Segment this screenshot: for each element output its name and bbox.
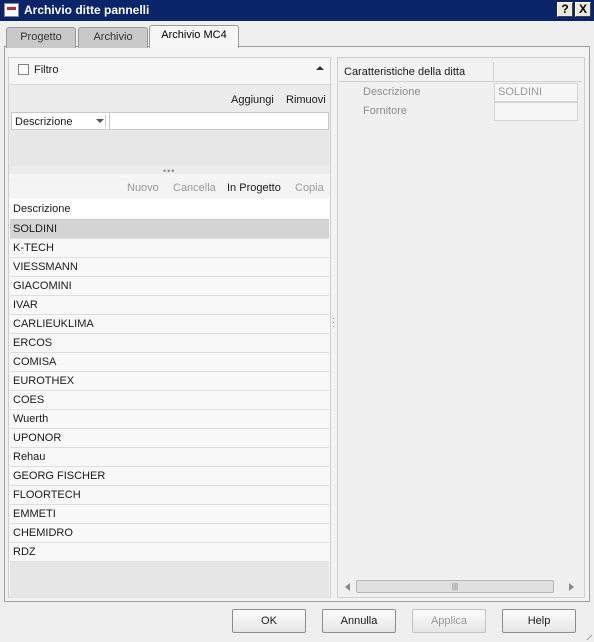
scroll-right-icon[interactable] [569, 583, 574, 591]
list-item[interactable]: EMMETI [10, 505, 329, 524]
properties-header: Caratteristiche della ditta [339, 62, 582, 82]
scrollbar-thumb[interactable]: ||| [356, 580, 554, 593]
chevron-down-icon[interactable] [96, 119, 104, 123]
list-item[interactable]: K-TECH [10, 239, 329, 258]
apply-button[interactable]: Applica [412, 609, 486, 633]
list-item[interactable]: UPONOR [10, 429, 329, 448]
title-bar: Archivio ditte pannelli ? X [0, 0, 594, 21]
list-item[interactable]: Rehau [10, 448, 329, 467]
filter-field-value: Descrizione [15, 116, 73, 128]
filter-label: Filtro [34, 64, 59, 76]
properties-title: Caratteristiche della ditta [344, 66, 466, 78]
list-item[interactable]: SOLDINI [10, 220, 329, 239]
filter-header: Filtro [9, 59, 330, 81]
scroll-left-icon[interactable] [345, 583, 350, 591]
column-header-label: Descrizione [13, 203, 71, 215]
app-icon [4, 3, 19, 17]
list-column-header[interactable]: Descrizione [10, 199, 329, 220]
list-item[interactable]: GIACOMINI [10, 277, 329, 296]
resize-grip-icon[interactable] [581, 629, 592, 640]
new-button[interactable]: Nuovo [127, 182, 159, 194]
combo-divider [105, 115, 106, 127]
tab-progetto[interactable]: Progetto [6, 27, 76, 48]
horizontal-scrollbar[interactable]: ||| [340, 579, 582, 595]
help-button[interactable]: Help [502, 609, 576, 633]
horizontal-splitter-grip[interactable]: ••• [163, 167, 175, 176]
list-item[interactable]: RDZ [10, 543, 329, 562]
list-item[interactable]: FLOORTECH [10, 486, 329, 505]
tab-archivio[interactable]: Archivio [78, 27, 148, 48]
tab-archivio-mc4[interactable]: Archivio MC4 [149, 25, 239, 48]
list-item[interactable]: VIESSMANN [10, 258, 329, 277]
properties-panel [337, 57, 585, 598]
property-label: Descrizione [363, 86, 421, 98]
list-toolbar: Nuovo Cancella In Progetto Copia [9, 178, 330, 198]
list-item[interactable]: EUROTHEX [10, 372, 329, 391]
cancel-button[interactable]: Annulla [322, 609, 396, 633]
list-item[interactable]: COMISA [10, 353, 329, 372]
list-item[interactable]: COES [10, 391, 329, 410]
filter-checkbox[interactable] [18, 64, 29, 75]
filter-conditions-area [10, 131, 329, 166]
vertical-splitter-grip[interactable]: · · · [332, 314, 336, 331]
filter-field-select[interactable]: Descrizione [11, 112, 110, 130]
list-item[interactable]: ERCOS [10, 334, 329, 353]
delete-button[interactable]: Cancella [173, 182, 216, 194]
list-item[interactable]: CARLIEUKLIMA [10, 315, 329, 334]
window-title: Archivio ditte pannelli [24, 3, 150, 17]
collapse-up-icon[interactable] [316, 66, 324, 70]
ok-button[interactable]: OK [232, 609, 306, 633]
property-value[interactable] [494, 102, 578, 121]
property-label: Fornitore [363, 105, 408, 117]
list-item[interactable]: Wuerth [10, 410, 329, 429]
close-icon[interactable]: X [575, 2, 591, 17]
list-item[interactable]: CHEMIDRO [10, 524, 329, 543]
list-item[interactable]: IVAR [10, 296, 329, 315]
property-row-fornitore: Fornitore [339, 102, 582, 121]
filter-value-input[interactable] [110, 112, 329, 130]
remove-filter-button[interactable]: Rimuovi [286, 94, 326, 106]
help-icon[interactable]: ? [557, 2, 573, 17]
property-value[interactable]: SOLDINI [494, 83, 578, 102]
list-item[interactable]: GEORG FISCHER [10, 467, 329, 486]
company-list: SOLDINI K-TECH VIESSMANN GIACOMINI IVAR … [10, 220, 329, 598]
property-row-descrizione: Descrizione SOLDINI [339, 83, 582, 102]
in-project-button[interactable]: In Progetto [227, 182, 281, 194]
copy-button[interactable]: Copia [295, 182, 324, 194]
column-divider [493, 62, 494, 82]
add-filter-button[interactable]: Aggiungi [231, 94, 274, 106]
